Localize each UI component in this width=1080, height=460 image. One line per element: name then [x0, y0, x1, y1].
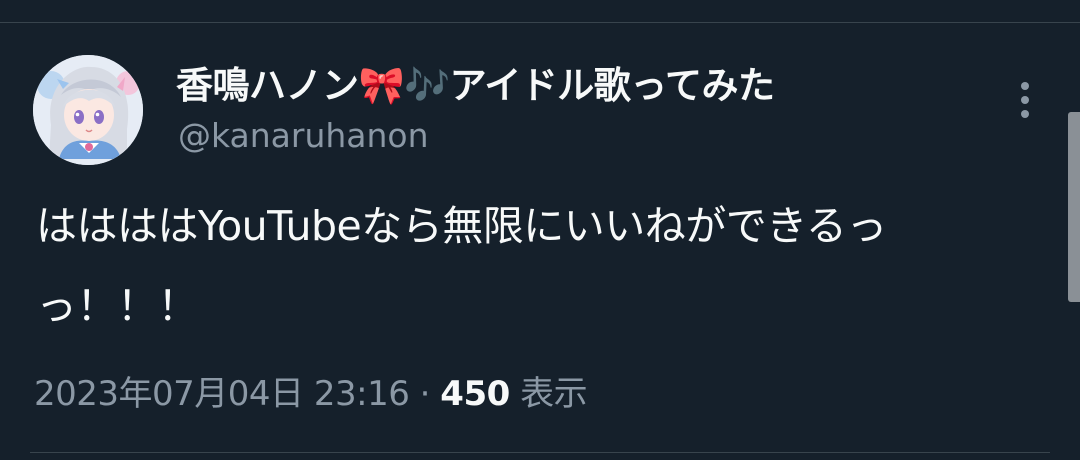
views-label[interactable]: 表示: [520, 374, 588, 414]
tweet-meta: 2023年07月04日 23:16 · 450 表示: [34, 370, 588, 418]
scrollbar[interactable]: [1068, 112, 1080, 302]
avatar-image: [33, 55, 143, 165]
tweet-time[interactable]: 23:16: [314, 374, 410, 414]
top-divider: [0, 22, 1080, 23]
bottom-divider: [30, 452, 1050, 453]
more-vertical-icon: [1021, 82, 1029, 90]
meta-separator: ·: [419, 374, 431, 414]
more-vertical-icon-dot: [1021, 96, 1029, 104]
more-vertical-icon-dot: [1021, 110, 1029, 118]
author-display-name[interactable]: 香鳴ハノン🎀🎶アイドル歌ってみた: [176, 64, 775, 108]
author-handle[interactable]: @kanaruhanon: [178, 116, 429, 156]
views-count[interactable]: 450: [440, 374, 510, 414]
avatar[interactable]: [33, 55, 143, 165]
more-options-button[interactable]: [1008, 78, 1042, 122]
tweet-date[interactable]: 2023年07月04日: [34, 374, 304, 414]
tweet-text: ははははYouTubeなら無限にいいねができるっっ！！！: [36, 202, 887, 330]
